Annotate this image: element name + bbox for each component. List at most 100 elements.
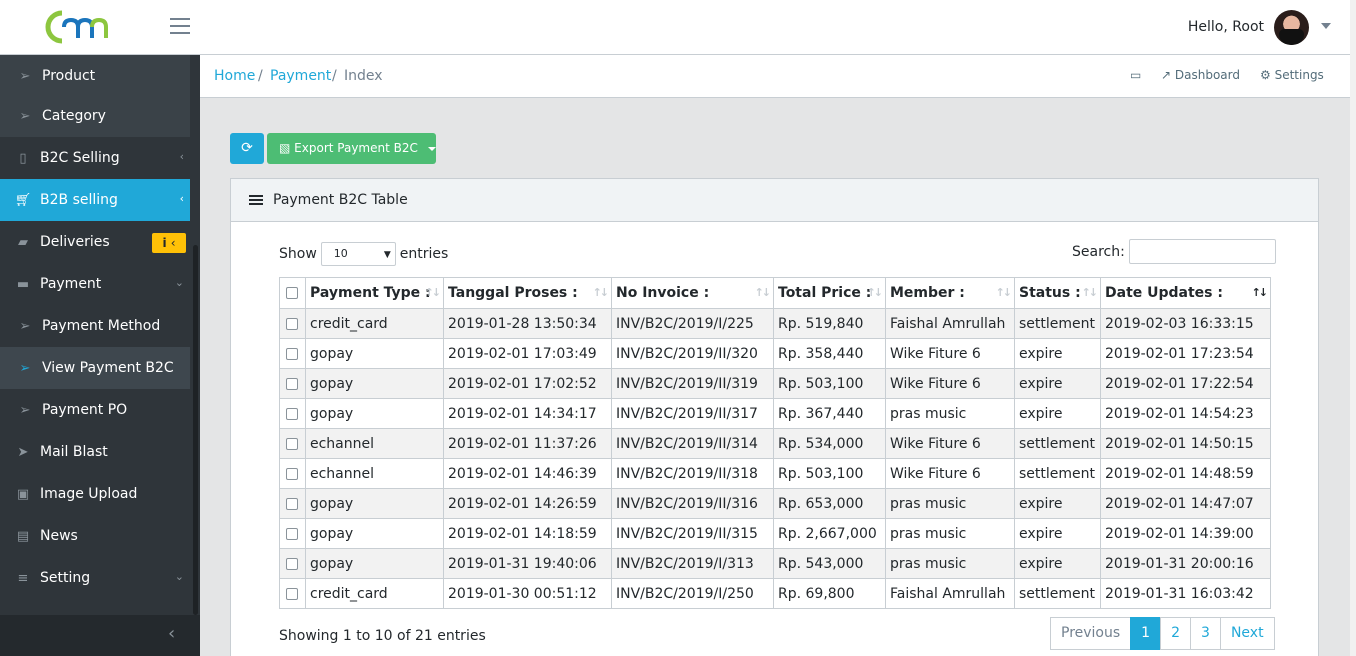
table-cell: Rp. 534,000: [773, 428, 886, 459]
table-cell: settlement: [1014, 578, 1101, 609]
table-row[interactable]: credit_card 2019-01-30 00:51:12 INV/B2C/20…: [279, 578, 1271, 609]
sidebar-item-label: Mail Blast: [40, 444, 108, 460]
sidebar-item-setting[interactable]: ≡ Setting ⌄: [0, 557, 190, 599]
table-row[interactable]: gopay 2019-02-01 17:03:49 INV/B2C/2019/II/…: [279, 338, 1271, 369]
sidebar-item-deliveries[interactable]: ▰ Deliveries i ‹: [0, 221, 190, 263]
table-row[interactable]: echannel 2019-02-01 11:37:26 INV/B2C/2019/…: [279, 428, 1271, 459]
entries-per-page-select[interactable]: 10: [320, 242, 396, 266]
table-row[interactable]: gopay 2019-01-31 19:40:06 INV/B2C/2019/I/3…: [279, 548, 1271, 579]
avatar[interactable]: [1274, 10, 1309, 45]
table-row[interactable]: gopay 2019-02-01 14:26:59 INV/B2C/2019/II/…: [279, 488, 1271, 519]
card-header: Payment B2C Table: [231, 179, 1318, 222]
column-header-tanggal-proses[interactable]: Tanggal Proses : ↑↓: [443, 277, 612, 309]
show-label: Show: [279, 246, 317, 262]
table-cell: 2019-02-01 17:22:54: [1100, 368, 1271, 399]
column-header-label: Total Price :: [778, 285, 872, 301]
refresh-button[interactable]: ⟳: [230, 133, 264, 164]
file-excel-icon: ▧: [279, 141, 291, 155]
comment-icon[interactable]: ▭: [1130, 68, 1141, 82]
row-select-cell: [279, 548, 306, 579]
row-checkbox[interactable]: [286, 557, 298, 570]
row-checkbox[interactable]: [286, 317, 298, 330]
pagination-next[interactable]: Next: [1219, 617, 1275, 650]
sidebar-item-payment-method[interactable]: ➢ Payment Method: [0, 305, 190, 347]
breadcrumb-payment-link[interactable]: Payment: [270, 68, 331, 84]
refresh-icon: ⟳: [241, 140, 253, 156]
row-checkbox[interactable]: [286, 347, 298, 360]
row-checkbox[interactable]: [286, 527, 298, 540]
table-cell: expire: [1014, 548, 1101, 579]
sidebar-item-b2b-selling[interactable]: 🛒︎ B2B selling ‹: [0, 179, 190, 221]
column-header-date-updates[interactable]: Date Updates : ↑↓: [1100, 277, 1271, 309]
table-cell: 2019-02-01 14:39:00: [1100, 518, 1271, 549]
bars-icon: ≡: [17, 570, 29, 586]
dashboard-link-label: Dashboard: [1174, 68, 1240, 82]
table-row[interactable]: gopay 2019-02-01 17:02:52 INV/B2C/2019/II/…: [279, 368, 1271, 399]
table-row[interactable]: gopay 2019-02-01 14:34:17 INV/B2C/2019/II/…: [279, 398, 1271, 429]
pagination-page-3[interactable]: 3: [1190, 617, 1221, 650]
sidebar-item-view-payment-b2c[interactable]: ➢ View Payment B2C: [0, 347, 190, 389]
table-row[interactable]: echannel 2019-02-01 14:46:39 INV/B2C/2019/…: [279, 458, 1271, 489]
sidebar-minimizer[interactable]: ‹: [0, 615, 200, 656]
table-cell: Rp. 358,440: [773, 338, 886, 369]
sidebar-item-b2c-selling[interactable]: ▯ B2C Selling ‹: [0, 137, 190, 179]
credit-card-icon: ▬: [16, 276, 30, 292]
sidebar-item-news[interactable]: ▤ News: [0, 515, 190, 557]
dashboard-link[interactable]: ↗ Dashboard: [1161, 68, 1240, 82]
sidebar-item-mail-blast[interactable]: ➤ Mail Blast: [0, 431, 190, 473]
table-cell: Wike Fiture 6: [885, 338, 1015, 369]
row-checkbox[interactable]: [286, 587, 298, 600]
pagination: Previous 1 2 3 Next: [1050, 617, 1275, 650]
column-header-payment-type[interactable]: Payment Type : ↑↓: [305, 277, 444, 309]
sidebar-item-label: Payment PO: [42, 402, 128, 418]
table-cell: Rp. 519,840: [773, 308, 886, 339]
sidebar-scrollbar[interactable]: [193, 245, 198, 615]
column-header-total-price[interactable]: Total Price : ↑↓: [773, 277, 886, 309]
breadcrumb: Home / Payment / Index ▭ ↗ Dashboard ⚙ S…: [200, 55, 1350, 98]
card-title: Payment B2C Table: [273, 192, 408, 208]
column-header-status[interactable]: Status : ↑↓: [1014, 277, 1101, 309]
sidebar-item-label: Payment: [40, 276, 102, 292]
column-header-no-invoice[interactable]: No Invoice : ↑↓: [611, 277, 774, 309]
export-dropdown-button[interactable]: ▧ Export Payment B2C: [267, 133, 436, 164]
sidebar-item-category[interactable]: ➢ Category: [0, 95, 190, 137]
pagination-previous[interactable]: Previous: [1050, 617, 1132, 650]
table-row[interactable]: credit_card 2019-01-28 13:50:34 INV/B2C/20…: [279, 308, 1271, 339]
chevron-left-icon: ‹: [168, 623, 176, 644]
pagination-page-2[interactable]: 2: [1160, 617, 1192, 650]
table-cell: gopay: [305, 368, 444, 399]
logo[interactable]: [40, 8, 115, 46]
chevron-down-icon: ⌄: [174, 276, 184, 289]
column-header-member[interactable]: Member : ↑↓: [885, 277, 1015, 309]
entries-per-page-value: 10: [333, 247, 348, 260]
user-menu-chevron-down-icon[interactable]: [1321, 23, 1331, 29]
length-control: Show 10 entries: [279, 242, 448, 266]
row-checkbox[interactable]: [286, 497, 298, 510]
pagination-page-1[interactable]: 1: [1130, 617, 1162, 650]
sidebar-item-payment-po[interactable]: ➢ Payment PO: [0, 389, 190, 431]
row-select-cell: [279, 338, 306, 369]
page-scrollbar[interactable]: [1350, 0, 1356, 656]
cart-icon: 🛒︎: [14, 192, 32, 208]
row-checkbox[interactable]: [286, 437, 298, 450]
breadcrumb-home-link[interactable]: Home: [214, 68, 255, 84]
row-checkbox[interactable]: [286, 407, 298, 420]
chart-line-icon: ↗: [1161, 68, 1172, 82]
table-row[interactable]: gopay 2019-02-01 14:18:59 INV/B2C/2019/II/…: [279, 518, 1271, 549]
sidebar-item-product[interactable]: ➢ Product: [0, 55, 190, 97]
table-cell: expire: [1014, 368, 1101, 399]
row-select-cell: [279, 488, 306, 519]
sidebar-toggle-button[interactable]: [170, 18, 190, 36]
settings-link[interactable]: ⚙ Settings: [1260, 68, 1324, 82]
paper-plane-icon: ➢: [19, 318, 31, 334]
column-header-label: Status :: [1019, 285, 1081, 301]
sidebar-item-label: B2C Selling: [40, 150, 120, 166]
chevron-left-icon: ‹: [179, 192, 184, 205]
search-input[interactable]: [1128, 239, 1276, 264]
select-all-checkbox[interactable]: [286, 287, 298, 299]
row-checkbox[interactable]: [286, 467, 298, 480]
sidebar-item-payment[interactable]: ▬ Payment ⌄: [0, 263, 190, 305]
sidebar-item-image-upload[interactable]: ▣ Image Upload: [0, 473, 190, 515]
list-icon: [249, 195, 263, 206]
row-checkbox[interactable]: [286, 377, 298, 390]
